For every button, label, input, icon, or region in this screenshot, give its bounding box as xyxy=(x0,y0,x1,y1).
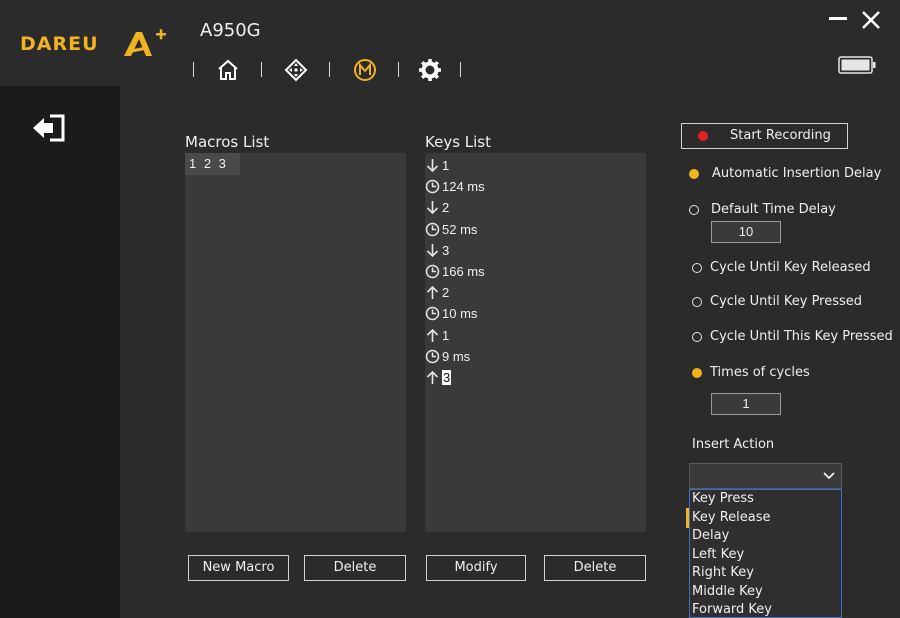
key-row-text: 10 ms xyxy=(442,306,478,322)
modify-button[interactable]: Modify xyxy=(426,555,526,581)
gear-icon[interactable] xyxy=(418,58,442,82)
auto-delay-label: Automatic Insertion Delay xyxy=(712,166,882,181)
key-row-text: 2 xyxy=(442,285,450,301)
dropdown-option[interactable]: Left Key xyxy=(690,546,841,565)
key-row-text: 3 xyxy=(442,370,452,385)
key-row-text: 9 ms xyxy=(442,348,471,364)
times-of-cycles-label: Times of cycles xyxy=(710,365,810,380)
key-down-icon xyxy=(425,200,442,215)
times-of-cycles-option[interactable]: Times of cycles xyxy=(692,365,810,380)
key-row-text: 124 ms xyxy=(442,179,485,195)
radio-selected-icon xyxy=(692,367,702,378)
key-up-icon xyxy=(425,285,442,300)
key-row[interactable]: 124 ms xyxy=(425,176,485,197)
delete-macro-button[interactable]: Delete xyxy=(304,555,406,581)
cycle-count-input[interactable]: 1 xyxy=(711,393,781,415)
default-delay-option[interactable]: Default Time Delay xyxy=(689,202,836,217)
key-row[interactable]: 3 xyxy=(425,240,449,261)
key-row-text: 2 xyxy=(442,200,450,216)
key-down-icon xyxy=(425,243,442,258)
cycle-until-pressed-option[interactable]: Cycle Until Key Pressed xyxy=(692,294,862,309)
key-row[interactable]: 1 xyxy=(425,155,449,176)
key-row-text: 166 ms xyxy=(442,264,485,279)
clock-icon xyxy=(425,349,442,364)
clock-icon xyxy=(425,222,442,237)
insert-action-select[interactable] xyxy=(689,463,842,489)
dropdown-option[interactable]: Key Press xyxy=(690,490,841,509)
radio-unselected-icon xyxy=(692,262,702,273)
macro-item[interactable]: 1 2 3 xyxy=(185,153,240,175)
key-row[interactable]: 52 ms xyxy=(425,219,477,240)
key-row[interactable]: 1 xyxy=(425,325,449,346)
cycle-until-released-option[interactable]: Cycle Until Key Released xyxy=(692,260,871,275)
cycle-until-pressed-label: Cycle Until Key Pressed xyxy=(710,294,863,309)
auto-delay-option[interactable]: Automatic Insertion Delay xyxy=(689,166,881,181)
top-bar: DAREU A950G xyxy=(0,0,900,86)
macro-icon[interactable] xyxy=(353,58,377,82)
nav-separator xyxy=(193,62,194,77)
nav-separator xyxy=(398,62,399,77)
radio-unselected-icon xyxy=(692,331,702,342)
record-dot-icon xyxy=(698,131,708,141)
dropdown-option[interactable]: Delay xyxy=(690,527,841,546)
home-icon[interactable] xyxy=(216,58,240,82)
close-icon[interactable] xyxy=(861,10,881,30)
clock-icon xyxy=(425,179,442,194)
start-recording-button[interactable]: Start Recording xyxy=(681,123,848,149)
insert-action-dropdown[interactable]: Key Press Key Release Delay Left Key Right K… xyxy=(689,489,842,618)
dropdown-option[interactable]: Middle Key xyxy=(690,583,841,602)
key-row[interactable]: 9 ms xyxy=(425,346,470,367)
radio-unselected-icon xyxy=(692,296,702,307)
key-row-text: 1 xyxy=(442,327,450,343)
dropdown-option[interactable]: Forward Key xyxy=(690,601,841,617)
logo-text: DAREU xyxy=(20,33,99,55)
key-row[interactable]: 166 ms xyxy=(425,261,485,282)
nav-separator xyxy=(329,62,330,77)
key-up-icon xyxy=(425,370,442,385)
exit-icon[interactable] xyxy=(33,113,65,143)
macros-list-title: Macros List xyxy=(185,133,270,151)
battery-icon xyxy=(838,56,876,74)
nav-separator xyxy=(261,62,262,77)
key-row[interactable]: 2 xyxy=(425,197,449,218)
cycle-until-this-pressed-option[interactable]: Cycle Until This Key Pressed xyxy=(692,329,893,344)
sidebar xyxy=(0,86,120,618)
minimize-button[interactable] xyxy=(829,17,847,20)
dropdown-option[interactable]: Key Release xyxy=(690,509,841,528)
key-row[interactable]: 3 xyxy=(425,367,452,388)
delete-key-button[interactable]: Delete xyxy=(544,555,646,581)
cycle-until-this-pressed-label: Cycle Until This Key Pressed xyxy=(710,329,893,344)
nav-separator xyxy=(460,62,461,77)
key-down-icon xyxy=(425,158,442,173)
key-row-text: 52 ms xyxy=(442,221,478,237)
key-row-text: 1 xyxy=(442,158,450,173)
dropdown-option[interactable]: Right Key xyxy=(690,564,841,583)
insert-action-label: Insert Action xyxy=(692,437,775,452)
device-model: A950G xyxy=(200,20,261,41)
radio-unselected-icon xyxy=(689,204,699,215)
default-delay-input[interactable]: 10 xyxy=(711,221,781,243)
start-recording-label: Start Recording xyxy=(730,128,831,143)
key-row[interactable]: 10 ms xyxy=(425,303,477,324)
key-row[interactable]: 2 xyxy=(425,282,449,303)
clock-icon xyxy=(425,264,442,279)
clock-icon xyxy=(425,306,442,321)
key-row-text: 3 xyxy=(442,242,450,258)
radio-selected-icon xyxy=(689,168,699,179)
new-macro-button[interactable]: New Macro xyxy=(188,555,289,581)
logo-a-plus-icon xyxy=(124,29,166,56)
chevron-down-icon xyxy=(823,472,835,480)
cycle-until-released-label: Cycle Until Key Released xyxy=(710,260,871,275)
default-delay-label: Default Time Delay xyxy=(711,202,836,217)
keys-list-title: Keys List xyxy=(425,133,491,151)
key-up-icon xyxy=(425,328,442,343)
dpad-icon[interactable] xyxy=(284,58,308,82)
macros-list[interactable]: 1 2 3 xyxy=(185,153,406,532)
keys-list[interactable]: 1 124 ms 2 52 ms 3 166 ms 2 10 ms 1 9 ms 3 xyxy=(425,153,646,532)
